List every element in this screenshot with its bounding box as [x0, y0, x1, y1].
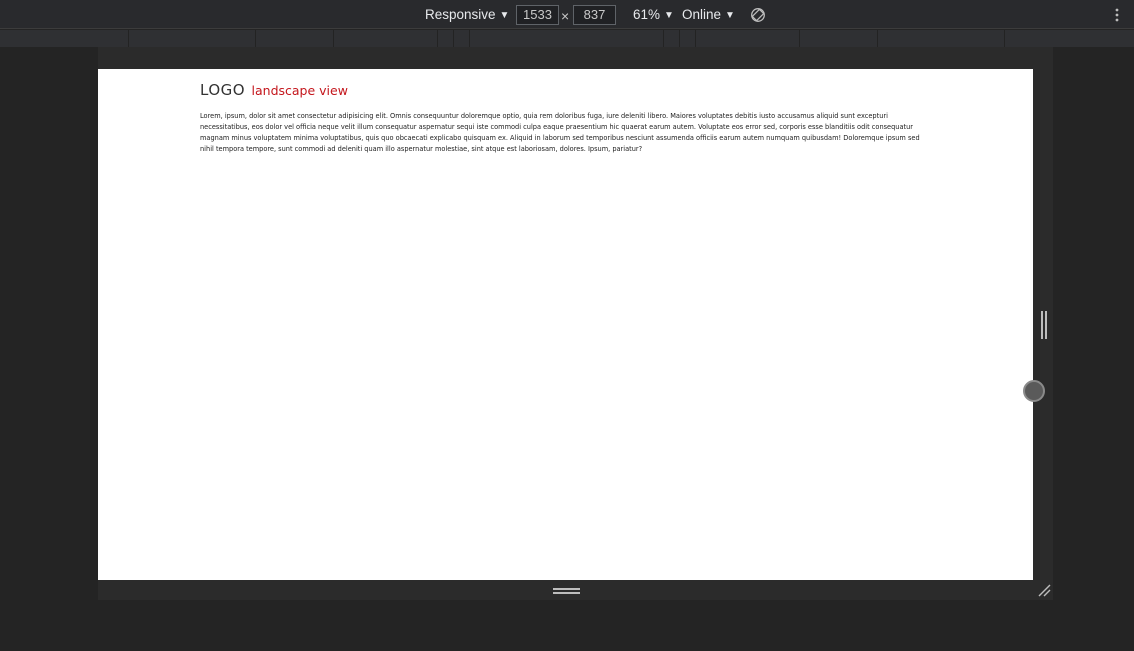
grip-line: [553, 592, 580, 594]
grip-line: [553, 588, 580, 590]
page-paragraph: Lorem, ipsum, dolor sit amet consectetur…: [200, 112, 920, 153]
rotate-button[interactable]: [750, 7, 766, 23]
media-query-marker[interactable]: [453, 30, 454, 47]
media-query-marker[interactable]: [663, 30, 664, 47]
grip-line: [1045, 311, 1047, 339]
media-query-bar: [0, 30, 1134, 47]
chevron-down-icon: ▼: [499, 10, 510, 21]
emulated-page: LOGO landscape view Lorem, ipsum, dolor …: [98, 69, 1033, 580]
media-query-marker[interactable]: [679, 30, 680, 47]
rotate-icon: [751, 8, 765, 22]
zoom-select[interactable]: 61% ▼: [633, 0, 674, 29]
page-logo: LOGO: [200, 81, 246, 99]
dimension-separator: ×: [561, 8, 570, 24]
width-input[interactable]: 1533: [516, 5, 559, 25]
throttling-select[interactable]: Online ▼: [682, 0, 735, 29]
device-select-label: Responsive: [425, 7, 496, 22]
device-toolbar: Responsive ▼ 1533 × 837 61% ▼ Online ▼: [0, 0, 1134, 29]
media-query-marker[interactable]: [877, 30, 878, 47]
media-query-marker[interactable]: [437, 30, 438, 47]
resize-handle-bottom[interactable]: [553, 587, 580, 595]
more-vertical-icon: [1115, 8, 1119, 22]
throttling-select-label: Online: [682, 7, 722, 22]
page-header: LOGO landscape view: [200, 81, 348, 100]
more-options-button[interactable]: [1110, 7, 1124, 23]
media-query-marker[interactable]: [333, 30, 334, 47]
height-input[interactable]: 837: [573, 5, 616, 25]
device-select[interactable]: Responsive ▼: [425, 0, 509, 29]
grip-line: [1041, 311, 1043, 339]
media-query-marker[interactable]: [1004, 30, 1005, 47]
media-query-marker[interactable]: [799, 30, 800, 47]
resize-handle-right[interactable]: [1040, 311, 1048, 339]
chevron-down-icon: ▼: [664, 10, 674, 21]
page-subtitle: landscape view: [251, 83, 348, 98]
media-query-marker[interactable]: [128, 30, 129, 47]
resize-handle-corner[interactable]: [1037, 583, 1052, 598]
media-query-marker[interactable]: [255, 30, 256, 47]
chevron-down-icon: ▼: [725, 10, 735, 21]
media-query-marker[interactable]: [469, 30, 470, 47]
touch-cursor-icon: [1023, 380, 1045, 402]
resize-corner-icon: [1038, 584, 1051, 597]
media-query-marker[interactable]: [695, 30, 696, 47]
zoom-select-label: 61%: [633, 7, 661, 22]
